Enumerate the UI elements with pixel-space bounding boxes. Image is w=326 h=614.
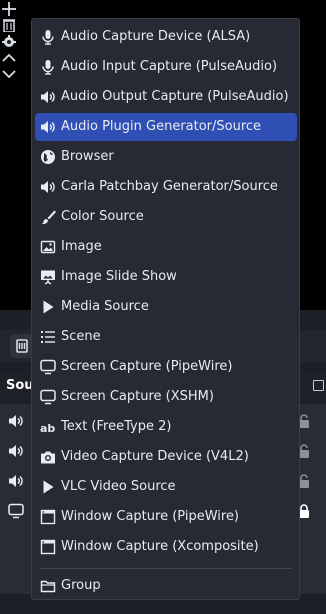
speaker-icon [8, 443, 24, 459]
speaker-icon [8, 413, 24, 429]
menu-item-image[interactable]: Image [35, 233, 297, 261]
trash-icon [3, 19, 15, 32]
menu-item-label: Audio Capture Device (ALSA) [61, 29, 251, 44]
menu-item-media-source[interactable]: Media Source [35, 293, 297, 321]
gear-icon [2, 35, 16, 47]
add-source-context-menu: Audio Capture Device (ALSA) Audio Input C… [31, 18, 300, 600]
menu-item-screen-capture-xshm[interactable]: Screen Capture (XSHM) [35, 383, 297, 411]
menu-item-label: Color Source [61, 209, 144, 224]
menu-item-label: Window Capture (Xcomposite) [61, 539, 259, 554]
image-icon [40, 239, 56, 255]
menu-separator [40, 568, 292, 569]
menu-item-audio-capture-device-alsa[interactable]: Audio Capture Device (ALSA) [35, 23, 297, 51]
paint-brush-icon [40, 209, 56, 225]
menu-item-label: Video Capture Device (V4L2) [61, 449, 249, 464]
menu-item-label: VLC Video Source [61, 479, 176, 494]
folder-icon [40, 578, 56, 594]
menu-item-color-source[interactable]: Color Source [35, 203, 297, 231]
menu-item-group[interactable]: Group [35, 572, 297, 600]
menu-item-screen-capture-pipewire[interactable]: Screen Capture (PipeWire) [35, 353, 297, 381]
sources-dock-title: Sou [6, 378, 34, 393]
camera-icon [40, 449, 56, 465]
window-icon [40, 509, 56, 525]
menu-item-label: Image [61, 239, 102, 254]
speaker-icon [40, 179, 56, 195]
monitor-icon [40, 389, 56, 405]
speaker-icon [8, 473, 24, 489]
menu-item-audio-output-capture-pulseaudio[interactable]: Audio Output Capture (PulseAudio) [35, 83, 297, 111]
menu-item-label: Audio Input Capture (PulseAudio) [61, 59, 278, 74]
menu-item-label: Media Source [61, 299, 149, 314]
add-source-button[interactable] [0, 0, 326, 16]
menu-item-label: Audio Plugin Generator/Source [61, 119, 262, 134]
chevron-up-icon [2, 53, 16, 62]
menu-item-window-capture-xcomposite[interactable]: Window Capture (Xcomposite) [35, 533, 297, 561]
menu-item-video-capture-device-v4l2[interactable]: Video Capture Device (V4L2) [35, 443, 297, 471]
monitor-icon [40, 359, 56, 375]
microphone-icon [40, 29, 56, 45]
globe-icon [40, 149, 56, 165]
menu-item-carla-patchbay-generator-source[interactable]: Carla Patchbay Generator/Source [35, 173, 297, 201]
menu-item-browser[interactable]: Browser [35, 143, 297, 171]
menu-item-label: Image Slide Show [61, 269, 177, 284]
obs-window: Sou Audio Capture Device (ALSA) Audio In… [0, 0, 326, 614]
monitor-icon [8, 503, 24, 519]
menu-item-label: Screen Capture (XSHM) [61, 389, 214, 404]
text-icon: ab [40, 419, 56, 435]
menu-item-scene[interactable]: Scene [35, 323, 297, 351]
chevron-down-icon [2, 70, 16, 79]
menu-item-label: Window Capture (PipeWire) [61, 509, 240, 524]
menu-item-audio-input-capture-pulseaudio[interactable]: Audio Input Capture (PulseAudio) [35, 53, 297, 81]
menu-item-image-slide-show[interactable]: Image Slide Show [35, 263, 297, 291]
menu-item-audio-plugin-generator-source[interactable]: Audio Plugin Generator/Source [35, 113, 297, 141]
list-icon [40, 329, 56, 345]
menu-item-label: Scene [61, 329, 101, 344]
menu-item-label: Screen Capture (PipeWire) [61, 359, 233, 374]
speaker-icon [40, 119, 56, 135]
menu-item-label: Audio Output Capture (PulseAudio) [61, 89, 289, 104]
speaker-icon [40, 89, 56, 105]
menu-item-vlc-video-source[interactable]: VLC Video Source [35, 473, 297, 501]
menu-item-text-freetype-2[interactable]: ab Text (FreeType 2) [35, 413, 297, 441]
menu-item-label: Group [61, 578, 101, 593]
menu-item-label: Text (FreeType 2) [61, 419, 172, 434]
menu-item-label: Browser [61, 149, 114, 164]
play-icon [40, 299, 56, 315]
add-icon [2, 2, 16, 16]
menu-item-label: Carla Patchbay Generator/Source [61, 179, 278, 194]
window-icon [40, 539, 56, 555]
dock-float-icon[interactable] [313, 380, 324, 391]
svg-text:ab: ab [40, 422, 55, 435]
play-icon [40, 479, 56, 495]
menu-item-window-capture-pipewire[interactable]: Window Capture (PipeWire) [35, 503, 297, 531]
microphone-icon [40, 59, 56, 75]
slideshow-icon [40, 269, 56, 285]
